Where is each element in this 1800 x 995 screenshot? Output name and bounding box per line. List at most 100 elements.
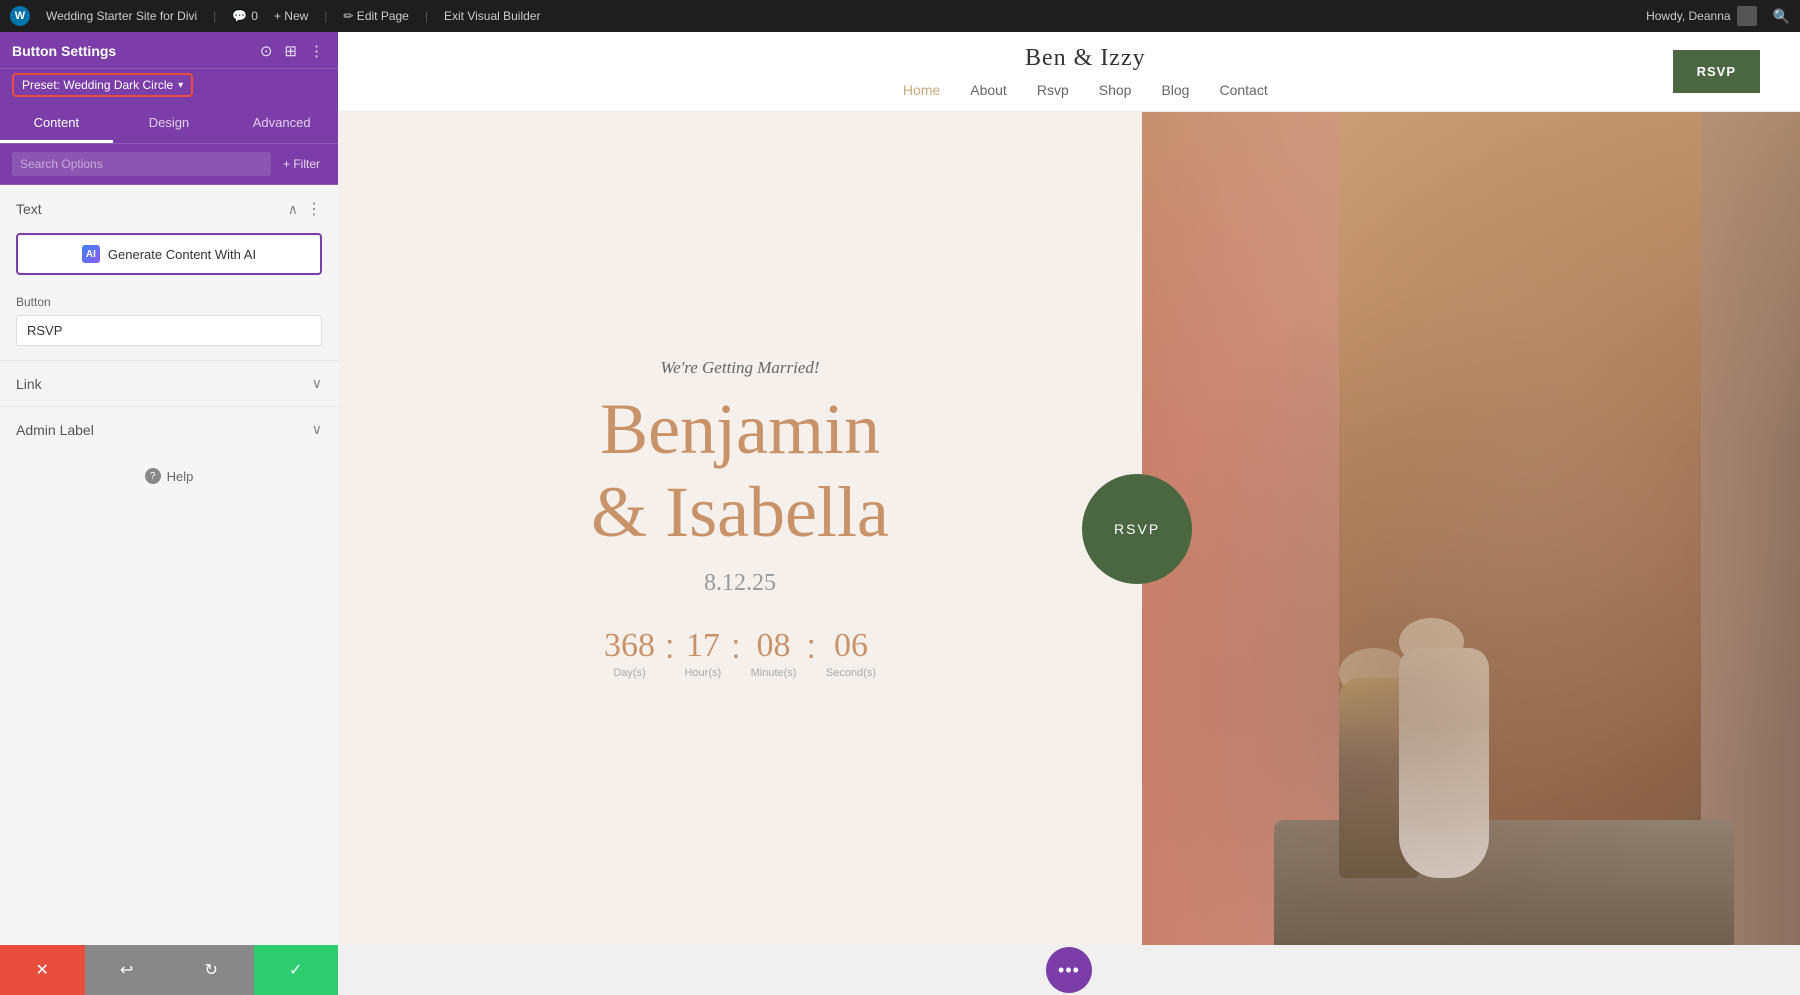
site-logo: Ben & Izzy <box>1025 45 1146 72</box>
button-text-input[interactable] <box>16 315 322 346</box>
wp-logo-label: W <box>15 10 25 22</box>
nav-about[interactable]: About <box>970 82 1007 98</box>
search-input[interactable] <box>12 152 271 176</box>
countdown-separator-3: : <box>806 627 815 666</box>
hero-date: 8.12.25 <box>704 570 776 597</box>
link-section: Link ∨ <box>0 360 338 406</box>
target-icon-button[interactable]: ⊙ <box>258 40 275 62</box>
cancel-button[interactable]: ✕ <box>0 945 85 995</box>
countdown-separator-2: : <box>731 627 740 666</box>
save-button[interactable]: ✓ <box>254 945 339 995</box>
nav-rsvp[interactable]: Rsvp <box>1037 82 1069 98</box>
link-section-header[interactable]: Link ∨ <box>0 361 338 406</box>
admin-label-chevron-down-icon: ∨ <box>312 421 322 438</box>
countdown-days: 368 Day(s) <box>604 627 655 679</box>
edit-page-button[interactable]: ✏ Edit Page <box>343 9 408 23</box>
countdown-days-label: Day(s) <box>613 667 645 679</box>
countdown-minutes: 08 Minute(s) <box>751 627 797 679</box>
hero-photo <box>1142 112 1800 945</box>
undo-button[interactable]: ↩ <box>85 945 170 995</box>
exit-visual-builder-button[interactable]: Exit Visual Builder <box>444 9 541 23</box>
text-section-header: Text ∧ ⋮ <box>0 185 338 229</box>
countdown-seconds: 06 Second(s) <box>826 627 876 679</box>
save-icon: ✓ <box>289 960 302 980</box>
photo-overlay <box>1142 112 1800 945</box>
more-options-icon-button[interactable]: ⋮ <box>307 40 326 62</box>
columns-icon-button[interactable]: ⊞ <box>282 40 299 62</box>
section-controls: ∧ ⋮ <box>288 199 322 219</box>
filter-button[interactable]: + Filter <box>277 153 326 175</box>
hero-name-line2: & Isabella <box>591 472 889 552</box>
nav-shop[interactable]: Shop <box>1099 82 1132 98</box>
left-panel: Button Settings ⊙ ⊞ ⋮ Preset: Wedding Da… <box>0 32 338 995</box>
main-layout: Button Settings ⊙ ⊞ ⋮ Preset: Wedding Da… <box>0 32 1800 995</box>
comments-icon[interactable]: 💬 0 <box>232 9 258 23</box>
countdown-days-number: 368 <box>604 627 655 665</box>
nav-home[interactable]: Home <box>903 82 940 98</box>
countdown: 368 Day(s) : 17 Hour(s) : 08 Minute(s) : <box>604 627 876 679</box>
preset-bar: Preset: Wedding Dark Circle ▾ <box>0 69 338 105</box>
countdown-separator-1: : <box>665 627 674 666</box>
tab-advanced[interactable]: Advanced <box>225 105 338 143</box>
countdown-minutes-label: Minute(s) <box>751 667 797 679</box>
text-section-title: Text <box>16 201 42 217</box>
site-header: Ben & Izzy Home About Rsvp Shop Blog Con… <box>338 32 1800 112</box>
preset-dropdown[interactable]: Preset: Wedding Dark Circle ▾ <box>12 73 193 97</box>
preset-label: Preset: Wedding Dark Circle <box>22 78 173 92</box>
admin-label-section-title: Admin Label <box>16 422 94 438</box>
redo-button[interactable]: ↻ <box>169 945 254 995</box>
countdown-hours-label: Hour(s) <box>684 667 721 679</box>
preview-bottom-bar: ••• <box>338 945 1800 995</box>
couple-photo-bg <box>1142 112 1800 945</box>
countdown-seconds-number: 06 <box>834 627 868 665</box>
chevron-down-icon: ▾ <box>178 80 183 91</box>
nav-contact[interactable]: Contact <box>1219 82 1267 98</box>
search-bar: + Filter <box>0 144 338 185</box>
button-field-label: Button <box>16 295 322 309</box>
help-button[interactable]: ? Help <box>145 468 194 484</box>
hero-left: We're Getting Married! Benjamin & Isabel… <box>338 112 1142 945</box>
panel-tabs: Content Design Advanced <box>0 105 338 144</box>
button-field-group: Button <box>0 291 338 360</box>
ai-generate-button[interactable]: AI Generate Content With AI <box>16 233 322 275</box>
redo-icon: ↻ <box>205 960 218 980</box>
ai-icon: AI <box>82 245 100 263</box>
site-nav: Home About Rsvp Shop Blog Contact <box>903 82 1268 98</box>
hero-section: We're Getting Married! Benjamin & Isabel… <box>338 112 1800 945</box>
rsvp-circle-button[interactable]: RSVP <box>1082 474 1192 584</box>
rsvp-header-button[interactable]: RSVP <box>1673 50 1760 93</box>
link-chevron-down-icon: ∨ <box>312 375 322 392</box>
panel-title: Button Settings <box>12 43 116 59</box>
tab-design[interactable]: Design <box>113 105 226 143</box>
help-section: ? Help <box>0 452 338 500</box>
help-circle-icon: ? <box>145 468 161 484</box>
section-collapse-icon[interactable]: ∧ <box>288 201 298 218</box>
wp-admin-bar: W Wedding Starter Site for Divi | 💬 0 + … <box>0 0 1800 32</box>
admin-label-section-header[interactable]: Admin Label ∨ <box>0 407 338 452</box>
panel-action-bar: ✕ ↩ ↻ ✓ <box>0 945 338 995</box>
comments-count: 0 <box>251 9 258 23</box>
nav-blog[interactable]: Blog <box>1161 82 1189 98</box>
countdown-seconds-label: Second(s) <box>826 667 876 679</box>
undo-icon: ↩ <box>120 960 133 980</box>
wp-logo-icon[interactable]: W <box>10 6 30 26</box>
preview-area: Ben & Izzy Home About Rsvp Shop Blog Con… <box>338 32 1800 995</box>
panel-header: Button Settings ⊙ ⊞ ⋮ <box>0 32 338 69</box>
countdown-hours-number: 17 <box>686 627 720 665</box>
hero-name-line1: Benjamin <box>600 389 880 469</box>
new-item-button[interactable]: + New <box>274 9 308 23</box>
tab-content[interactable]: Content <box>0 105 113 143</box>
search-icon[interactable]: 🔍 <box>1773 8 1790 25</box>
hero-subtitle: We're Getting Married! <box>660 358 819 378</box>
panel-header-icons: ⊙ ⊞ ⋮ <box>258 40 326 62</box>
ai-generate-label: Generate Content With AI <box>108 247 256 262</box>
floating-dots-button[interactable]: ••• <box>1046 947 1092 993</box>
section-more-icon[interactable]: ⋮ <box>306 199 322 219</box>
panel-content: Text ∧ ⋮ AI Generate Content With AI But… <box>0 185 338 945</box>
link-section-title: Link <box>16 376 42 392</box>
howdy-label: Howdy, Deanna <box>1646 6 1757 26</box>
hero-names: Benjamin & Isabella <box>591 388 889 554</box>
countdown-hours: 17 Hour(s) <box>684 627 721 679</box>
user-avatar <box>1737 6 1757 26</box>
admin-label-section: Admin Label ∨ <box>0 406 338 452</box>
